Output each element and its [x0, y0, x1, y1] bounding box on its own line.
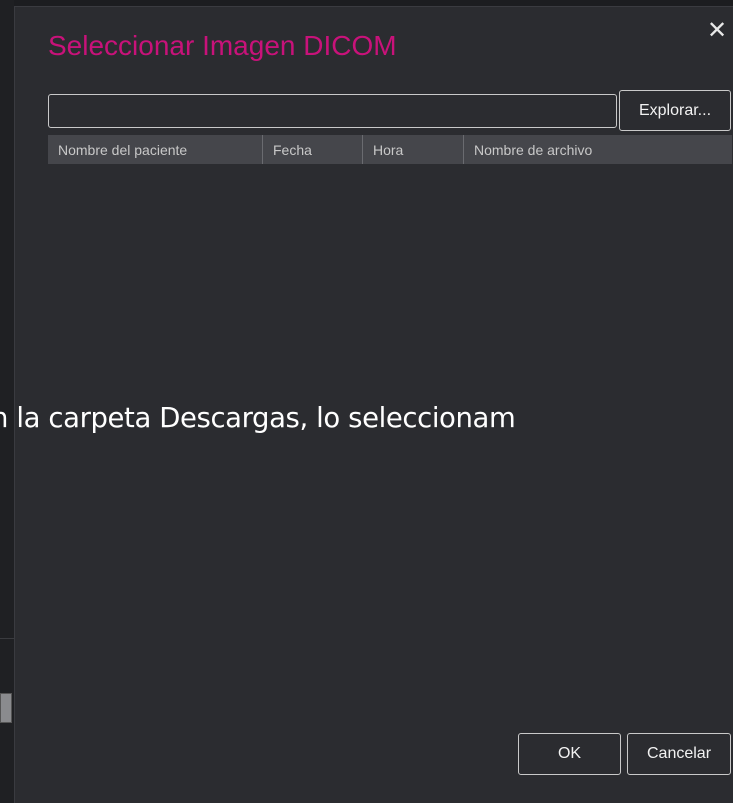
path-input[interactable] — [48, 94, 617, 128]
column-header-patient-name[interactable]: Nombre del paciente — [48, 135, 263, 164]
dialog-title: Seleccionar Imagen DICOM — [48, 30, 397, 61]
close-icon[interactable]: ✕ — [705, 19, 729, 43]
background-divider — [0, 638, 14, 639]
column-header-time[interactable]: Hora — [363, 135, 464, 164]
browse-button[interactable]: Explorar... — [619, 90, 731, 131]
cancel-button[interactable]: Cancelar — [627, 733, 731, 775]
column-header-file-name[interactable]: Nombre de archivo — [464, 135, 732, 164]
file-table-header: Nombre del paciente Fecha Hora Nombre de… — [48, 135, 732, 164]
subtitle-caption: n la carpeta Descargas, lo seleccionam — [0, 402, 516, 434]
background-control — [0, 693, 12, 723]
ok-button[interactable]: OK — [518, 733, 621, 775]
column-header-date[interactable]: Fecha — [263, 135, 363, 164]
